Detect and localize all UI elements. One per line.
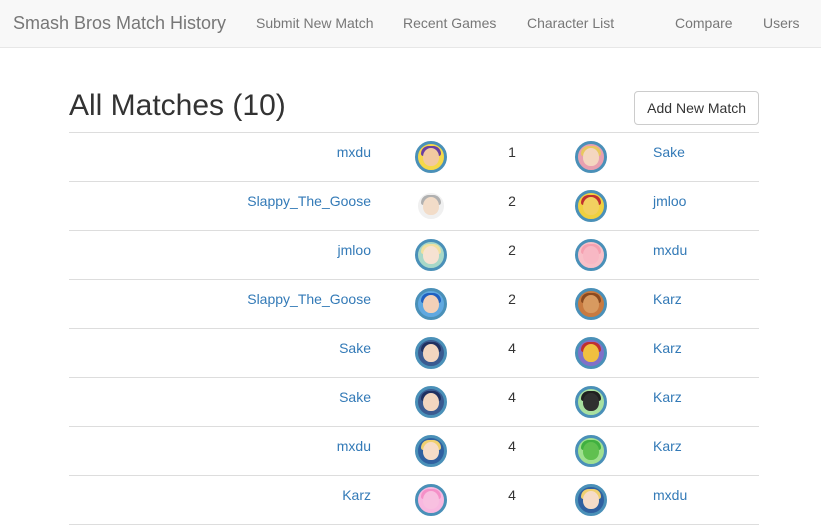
player2-link[interactable]: Karz (653, 389, 682, 405)
player2-link[interactable]: Karz (653, 291, 682, 307)
jigglypuff-icon (415, 484, 447, 516)
stocks-remaining: 4 (508, 487, 516, 503)
nav-character-list[interactable]: Character List (527, 0, 614, 46)
player1-link[interactable]: jmloo (338, 242, 371, 258)
mr-game-and-watch-icon (575, 386, 607, 418)
player2-link[interactable]: jmloo (653, 193, 686, 209)
stocks-remaining: 2 (508, 291, 516, 307)
duck-hunt-icon (575, 288, 607, 320)
match-row: jmloo 2 mxdu (69, 231, 759, 280)
player1-link[interactable]: Slappy_The_Goose (247, 193, 371, 209)
nav-submit-new-match[interactable]: Submit New Match (256, 0, 373, 46)
mega-man-icon (415, 288, 447, 320)
zero-suit-samus-icon (415, 435, 447, 467)
match-row: Sake 4 Karz (69, 329, 759, 378)
player1-link[interactable]: Sake (339, 389, 371, 405)
marth-icon (415, 337, 447, 369)
robin-icon (415, 190, 447, 222)
brand-link[interactable]: Smash Bros Match History (13, 0, 226, 46)
kirby-icon (575, 239, 607, 271)
player1-link[interactable]: mxdu (337, 438, 371, 454)
stocks-remaining: 4 (508, 340, 516, 356)
nav-users[interactable]: Users (763, 0, 800, 46)
heading-row: All Matches (10) Add New Match (69, 48, 759, 132)
shulk-icon (575, 141, 607, 173)
navbar: Smash Bros Match History Submit New Matc… (0, 0, 821, 48)
player1-link[interactable]: Slappy_The_Goose (247, 291, 371, 307)
player2-link[interactable]: Karz (653, 438, 682, 454)
page-title: All Matches (10) (69, 89, 286, 122)
stocks-remaining: 2 (508, 193, 516, 209)
stocks-remaining: 2 (508, 242, 516, 258)
nav-recent-games[interactable]: Recent Games (403, 0, 496, 46)
player2-link[interactable]: Sake (653, 144, 685, 160)
match-row: Karz 4 mxdu (69, 476, 759, 525)
player2-link[interactable]: Karz (653, 340, 682, 356)
marth-icon (415, 386, 447, 418)
zero-suit-samus-icon (575, 484, 607, 516)
player2-link[interactable]: mxdu (653, 487, 687, 503)
match-row: Slappy_The_Goose 2 jmloo (69, 182, 759, 231)
main-container: All Matches (10) Add New Match mxdu 1 Sa… (69, 48, 759, 525)
nav-compare[interactable]: Compare (675, 0, 733, 46)
match-row: Slappy_The_Goose 2 Karz (69, 280, 759, 329)
match-row: mxdu 4 Karz (69, 427, 759, 476)
captain-falcon-icon (575, 337, 607, 369)
match-row: mxdu 1 Sake (69, 133, 759, 182)
player1-link[interactable]: Sake (339, 340, 371, 356)
player1-link[interactable]: Karz (342, 487, 371, 503)
stocks-remaining: 1 (508, 144, 516, 160)
player2-link[interactable]: mxdu (653, 242, 687, 258)
rosalina-icon (415, 239, 447, 271)
add-new-match-button[interactable]: Add New Match (634, 91, 759, 125)
yoshi-icon (575, 435, 607, 467)
stocks-remaining: 4 (508, 438, 516, 454)
king-dedede-icon (575, 190, 607, 222)
player1-link[interactable]: mxdu (337, 144, 371, 160)
stocks-remaining: 4 (508, 389, 516, 405)
wario-icon (415, 141, 447, 173)
match-row: Sake 4 Karz (69, 378, 759, 427)
matches-list: mxdu 1 Sake Slappy_The_Goose 2 jmloo jml… (69, 132, 759, 525)
